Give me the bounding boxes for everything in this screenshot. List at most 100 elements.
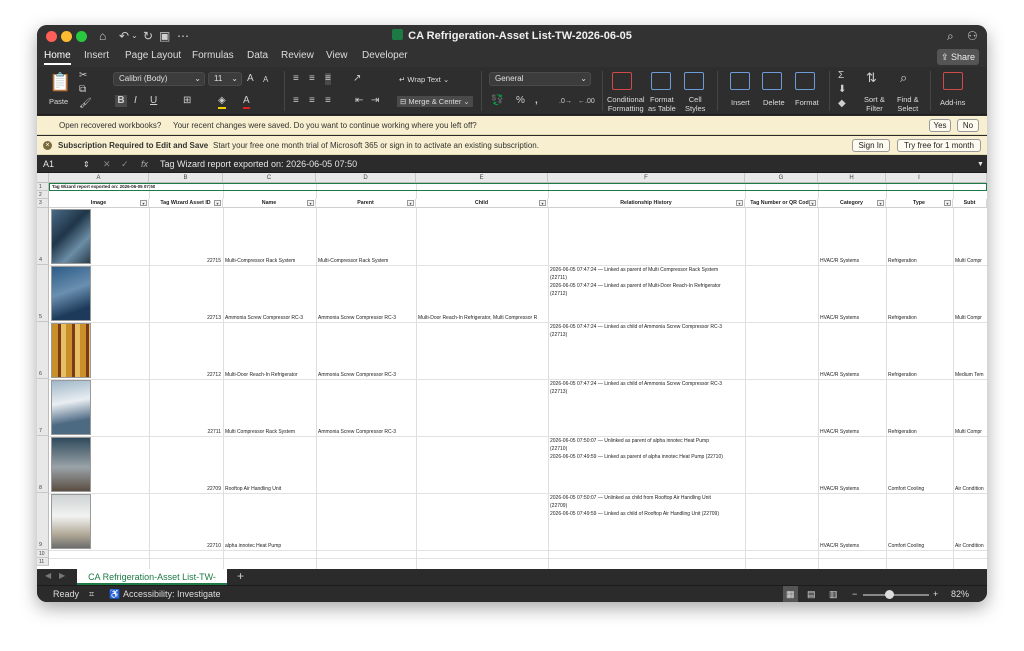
zoom-level[interactable]: 82% (951, 586, 969, 602)
row-header[interactable]: 10 (37, 550, 49, 558)
row-header[interactable]: 3 (37, 199, 49, 208)
paste-label[interactable]: Paste (49, 97, 68, 106)
increase-font-icon[interactable]: A (247, 73, 254, 85)
zoom-slider[interactable] (863, 594, 929, 596)
page-break-view-icon[interactable]: ▥ (829, 586, 838, 602)
name-cell[interactable]: Ammonia Screw Compressor RC-3 (225, 315, 315, 321)
header-category[interactable]: Category ▾ (818, 199, 886, 208)
conditional-formatting-label[interactable]: Conditional Formatting (607, 95, 645, 113)
column-header-a[interactable]: A (49, 173, 149, 183)
font-color-icon[interactable]: A (243, 95, 250, 109)
fill-color-icon[interactable]: ◈ (218, 95, 226, 109)
tab-home[interactable]: Home (44, 50, 71, 65)
format-cells-icon[interactable] (795, 72, 815, 90)
add-ins-label[interactable]: Add-ins (940, 98, 965, 107)
format-painter-icon[interactable]: 🖌 (79, 98, 92, 110)
decrease-font-icon[interactable]: A (263, 74, 268, 86)
align-top-icon[interactable]: ≡ (293, 73, 299, 85)
increase-decimal-icon[interactable]: .0→ (559, 96, 572, 108)
insert-cells-icon[interactable] (730, 72, 750, 90)
no-button[interactable]: No (957, 119, 979, 132)
underline-button[interactable]: U (150, 95, 157, 107)
asset-id-cell[interactable]: 22710 (149, 543, 221, 549)
page-layout-view-icon[interactable]: ▤ (807, 586, 816, 602)
column-header-i[interactable]: I (886, 173, 953, 183)
category-cell[interactable]: HVAC/R Systems (820, 315, 885, 321)
column-header-b[interactable]: B (149, 173, 223, 183)
decrease-indent-icon[interactable]: ⇤ (355, 95, 363, 107)
header-child[interactable]: Child ▾ (416, 199, 548, 208)
align-bottom-icon[interactable]: ≡ (325, 73, 331, 85)
filter-dropdown-icon[interactable]: ▾ (809, 200, 816, 206)
relationship-history-cell[interactable]: 2026-06-05 07:50:07 — Unlinked as child … (550, 494, 744, 518)
subtype-cell[interactable]: Multi Compr (955, 315, 987, 321)
zoom-out-icon[interactable]: − (852, 586, 857, 602)
sign-in-button[interactable]: Sign In (852, 139, 890, 152)
filter-dropdown-icon[interactable]: ▾ (407, 200, 414, 206)
column-header-d[interactable]: D (316, 173, 416, 183)
relationship-history-cell[interactable]: 2026-06-05 07:47:24 — Linked as child of… (550, 323, 744, 339)
sort-filter-label[interactable]: Sort & Filter (864, 95, 885, 113)
relationship-history-cell[interactable]: 2026-06-05 07:47:24 — Linked as child of… (550, 380, 744, 396)
parent-cell[interactable]: Multi-Compressor Rack System (318, 258, 415, 264)
parent-cell[interactable]: Ammonia Screw Compressor RC-3 (318, 372, 415, 378)
asset-photo[interactable] (51, 494, 91, 549)
wrap-text-button[interactable]: ↵ Wrap Text ⌄ (399, 75, 449, 84)
fill-icon[interactable]: ⬇ (838, 84, 846, 96)
type-cell[interactable]: Refrigeration (888, 258, 952, 264)
tab-developer[interactable]: Developer (362, 50, 408, 61)
asset-photo[interactable] (51, 437, 91, 492)
relationship-history-cell[interactable]: 2026-06-05 07:50:07 — Unlinked as parent… (550, 437, 744, 461)
asset-id-cell[interactable]: 22711 (149, 429, 221, 435)
font-family-select[interactable]: Calibri (Body) ⌄ (113, 72, 205, 86)
name-box[interactable]: A1 (43, 156, 54, 173)
percent-icon[interactable]: % (516, 95, 525, 107)
header-asset-id[interactable]: Tag Wizard Asset ID ▾ (149, 199, 223, 208)
align-center-icon[interactable]: ≡ (309, 95, 315, 107)
prev-sheet-icon[interactable]: ◀ (45, 571, 51, 580)
filter-dropdown-icon[interactable]: ▾ (140, 200, 147, 206)
tab-review[interactable]: Review (281, 50, 314, 61)
confirm-formula-icon[interactable]: ✓ (121, 156, 129, 173)
column-header-f[interactable]: F (548, 173, 745, 183)
close-bar-icon[interactable]: × (43, 141, 52, 150)
accessibility-icon[interactable]: ♿ (109, 586, 120, 602)
row-header[interactable]: 1 (37, 183, 49, 191)
orientation-icon[interactable]: ↗ (353, 73, 361, 85)
asset-photo[interactable] (51, 209, 91, 264)
filter-dropdown-icon[interactable]: ▾ (539, 200, 546, 206)
column-header-g[interactable]: G (745, 173, 818, 183)
italic-button[interactable]: I (134, 95, 137, 107)
next-sheet-icon[interactable]: ▶ (59, 571, 65, 580)
name-cell[interactable]: Multi Compressor Rack System (225, 429, 315, 435)
cell-styles-label[interactable]: Cell Styles (685, 95, 705, 113)
add-ins-icon[interactable] (943, 72, 963, 90)
column-header-c[interactable]: C (223, 173, 316, 183)
format-as-table-label[interactable]: Format as Table (648, 95, 676, 113)
row-header[interactable]: 5 (37, 265, 49, 322)
comma-style-icon[interactable]: , (535, 95, 538, 107)
asset-id-cell[interactable]: 22712 (149, 372, 221, 378)
name-cell[interactable]: Rooftop Air Handling Unit (225, 486, 315, 492)
row-header[interactable]: 11 (37, 558, 49, 566)
child-cell[interactable]: Multi-Door Reach-In Refrigerator, Multi … (418, 315, 547, 321)
delete-cells-icon[interactable] (762, 72, 782, 90)
type-cell[interactable]: Comfort Cooling (888, 486, 952, 492)
increase-indent-icon[interactable]: ⇥ (371, 95, 379, 107)
asset-photo[interactable] (51, 323, 91, 378)
delete-cells-label[interactable]: Delete (763, 98, 785, 107)
search-icon[interactable]: ⌕ (947, 28, 954, 44)
align-right-icon[interactable]: ≡ (325, 95, 331, 107)
relationship-history-cell[interactable]: 2026-06-05 07:47:24 — Linked as parent o… (550, 266, 744, 298)
bold-button[interactable]: B (115, 95, 127, 107)
filter-dropdown-icon[interactable]: ▾ (877, 200, 884, 206)
sort-filter-icon[interactable]: ⇅ (866, 71, 877, 84)
format-cells-label[interactable]: Format (795, 98, 819, 107)
formula-input[interactable]: Tag Wizard report exported on: 2026-06-0… (160, 156, 357, 173)
tab-formulas[interactable]: Formulas (192, 50, 234, 61)
subtype-cell[interactable]: Air Condition (955, 486, 987, 492)
collaborate-icon[interactable]: ⚇ (967, 28, 978, 44)
tab-page-layout[interactable]: Page Layout (125, 50, 181, 61)
expand-formula-icon[interactable]: ▼ (977, 156, 984, 173)
subtype-cell[interactable]: Air Condition (955, 543, 987, 549)
